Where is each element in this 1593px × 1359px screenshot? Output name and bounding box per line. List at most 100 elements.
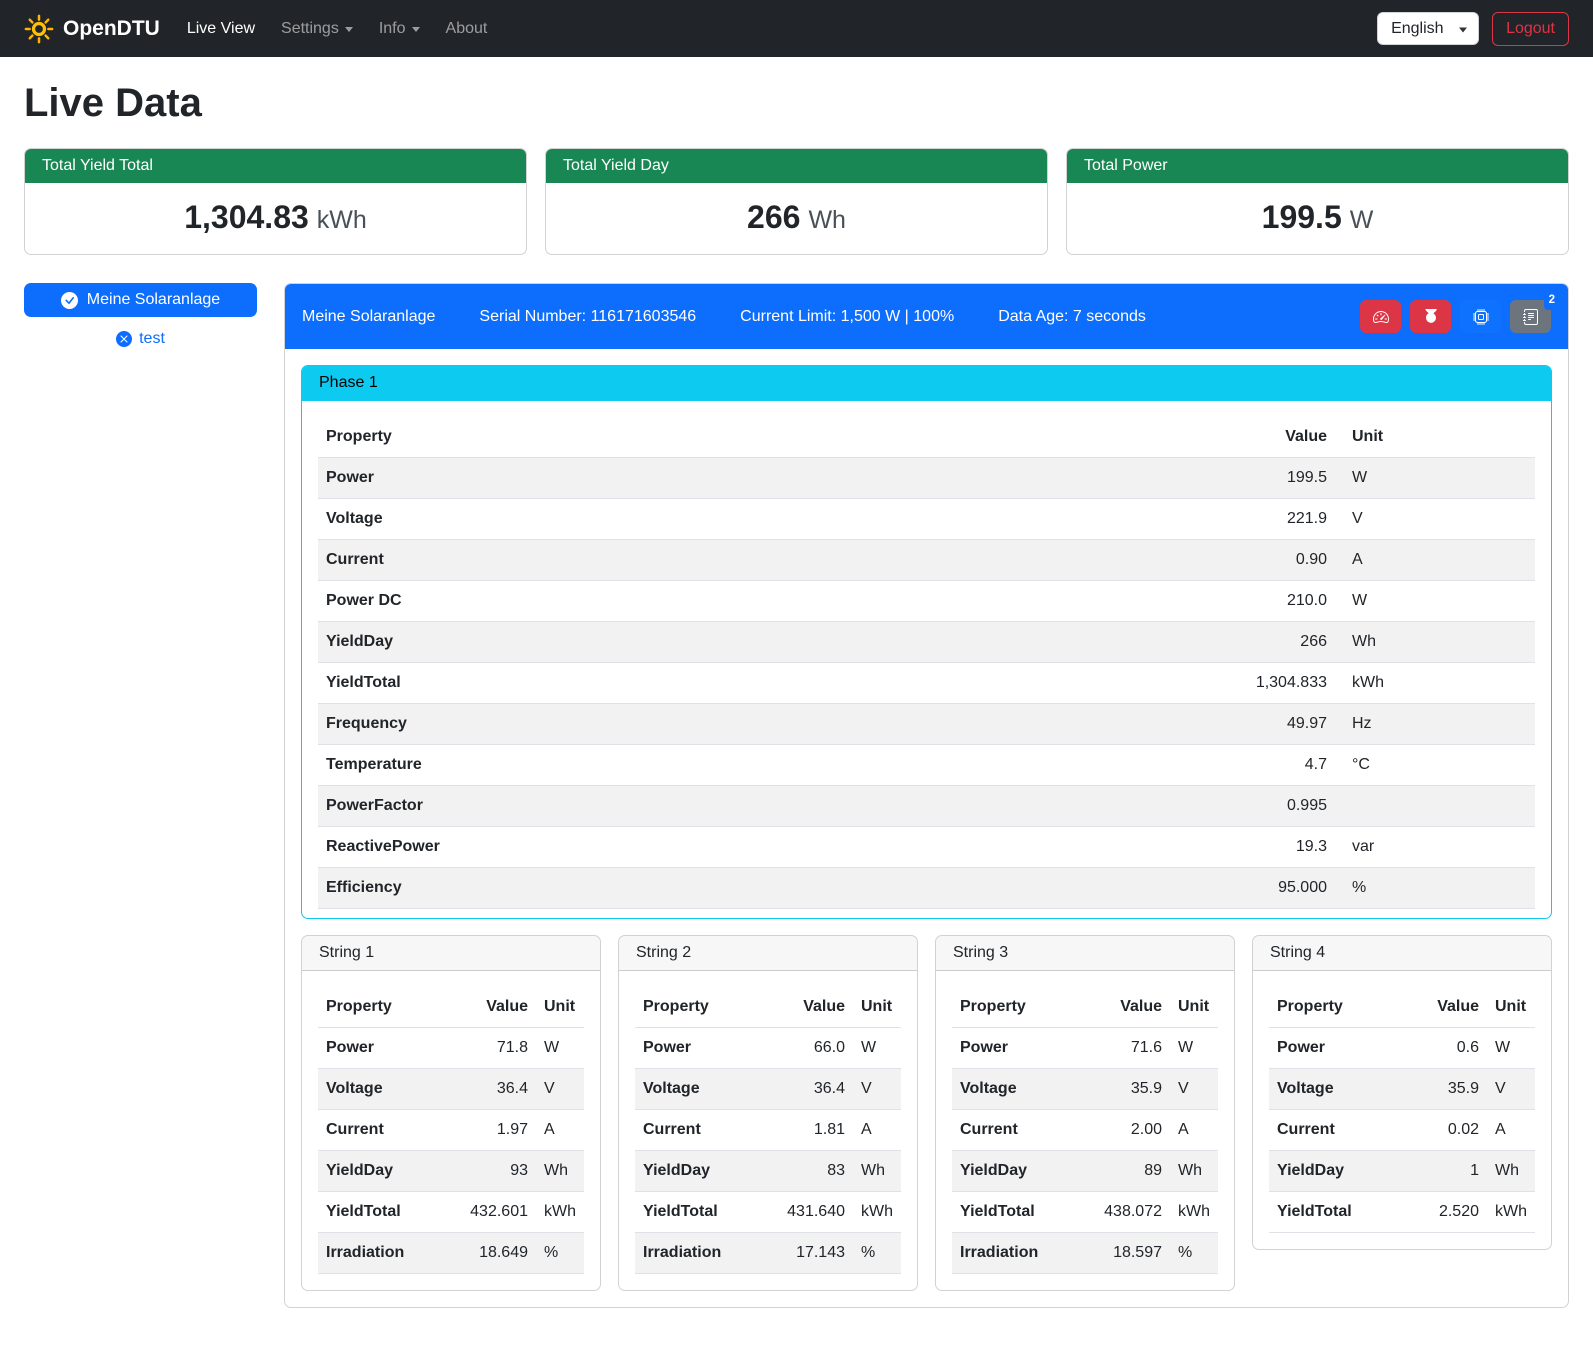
property-cell: YieldTotal [952,1192,1090,1233]
phase-table-body: Power199.5WVoltage221.9VCurrent0.90APowe… [318,458,1535,909]
inverter-data-age: Data Age: 7 seconds [998,308,1146,326]
string-table-body: Power66.0WVoltage36.4VCurrent1.81AYieldD… [635,1028,901,1274]
column-header-value: Value [1090,987,1170,1028]
power-button[interactable] [1410,300,1451,333]
property-cell: Efficiency [318,868,1215,909]
string-card: String 1 Property Value Unit Power71.8WV… [301,935,601,1291]
journal-list-icon [1523,309,1539,325]
unit-cell: kWh [853,1192,901,1233]
value-cell: 18.649 [456,1233,536,1274]
property-cell: Power [952,1028,1090,1069]
table-row: YieldDay89Wh [952,1151,1218,1192]
value-cell: 19.3 [1215,827,1335,868]
unit-cell: W [853,1028,901,1069]
property-cell: Power [1269,1028,1407,1069]
limit-settings-button[interactable] [1360,300,1401,333]
unit-cell: kWh [1335,663,1535,704]
unit-cell: W [1487,1028,1535,1069]
table-row: YieldTotal1,304.833kWh [318,663,1535,704]
brand[interactable]: OpenDTU [24,14,160,44]
summary-unit: Wh [808,206,846,234]
page-title: Live Data [24,81,1569,126]
content-row: Meine Solaranlage test Meine Solaranlage… [24,283,1569,1308]
table-row: Irradiation18.597% [952,1233,1218,1274]
value-cell: 2.520 [1407,1192,1487,1233]
string-table-body: Power0.6WVoltage35.9VCurrent0.02AYieldDa… [1269,1028,1535,1233]
property-cell: Current [1269,1110,1407,1151]
inverter-secondary-button[interactable]: test [110,329,171,349]
unit-cell: Wh [1335,622,1535,663]
summary-card-body: 1,304.83kWh [25,183,526,254]
summary-value: 1,304.83 [184,199,309,235]
value-cell: 1 [1407,1151,1487,1192]
value-cell: 66.0 [773,1028,853,1069]
nav-item-settings[interactable]: Settings [268,12,366,46]
nav-item-live-view[interactable]: Live View [174,12,268,46]
column-header-unit: Unit [1335,417,1535,458]
table-row: Voltage35.9V [1269,1069,1535,1110]
inverter-select-button[interactable]: Meine Solaranlage [24,283,257,317]
table-row: YieldDay266Wh [318,622,1535,663]
string-card-body: Property Value Unit Power71.6WVoltage35.… [936,971,1234,1290]
table-row: Voltage35.9V [952,1069,1218,1110]
value-cell: 432.601 [456,1192,536,1233]
events-count-badge: 2 [1544,292,1560,310]
property-cell: Voltage [1269,1069,1407,1110]
language-select[interactable]: English [1377,12,1479,45]
table-row: Power0.6W [1269,1028,1535,1069]
value-cell: 0.90 [1215,540,1335,581]
inverter-serial: Serial Number: 116171603546 [479,308,696,326]
property-cell: Current [635,1110,773,1151]
events-button[interactable]: 2 [1510,300,1551,333]
value-cell: 35.9 [1407,1069,1487,1110]
value-cell: 4.7 [1215,745,1335,786]
table-row: YieldDay1Wh [1269,1151,1535,1192]
value-cell: 71.8 [456,1028,536,1069]
table-row: YieldDay93Wh [318,1151,584,1192]
unit-cell: Hz [1335,704,1535,745]
summary-card-header: Total Power [1067,149,1568,183]
unit-cell: % [853,1233,901,1274]
device-info-button[interactable] [1460,300,1501,333]
column-header-property: Property [952,987,1090,1028]
value-cell: 2.00 [1090,1110,1170,1151]
unit-cell: Wh [536,1151,584,1192]
summary-row: Total Yield Total 1,304.83kWh Total Yiel… [24,148,1569,255]
value-cell: 95.000 [1215,868,1335,909]
value-cell: 36.4 [456,1069,536,1110]
table-row: Current1.97A [318,1110,584,1151]
property-cell: Voltage [318,1069,456,1110]
property-cell: Voltage [318,499,1215,540]
unit-cell: W [1335,581,1535,622]
property-cell: Power [318,1028,456,1069]
nav-item-info[interactable]: Info [366,12,433,46]
table-row: Current1.81A [635,1110,901,1151]
phase-card-title: Phase 1 [302,366,1551,401]
nav-item-about[interactable]: About [433,12,501,46]
value-cell: 17.143 [773,1233,853,1274]
gauge-icon [1373,309,1389,325]
column-header-unit: Unit [536,987,584,1028]
unit-cell: A [1335,540,1535,581]
string-card-title: String 1 [302,936,600,971]
logout-button[interactable]: Logout [1492,12,1569,46]
language-select-wrap: English [1377,12,1479,45]
inverter-header-buttons: 2 [1360,300,1551,333]
property-cell: Irradiation [952,1233,1090,1274]
summary-card-header: Total Yield Day [546,149,1047,183]
unit-cell: W [1170,1028,1218,1069]
unit-cell: kWh [1487,1192,1535,1233]
property-cell: ReactivePower [318,827,1215,868]
property-cell: Frequency [318,704,1215,745]
value-cell: 266 [1215,622,1335,663]
table-header-row: Property Value Unit [635,987,901,1028]
table-row: Power71.6W [952,1028,1218,1069]
value-cell: 83 [773,1151,853,1192]
table-row: Power66.0W [635,1028,901,1069]
unit-cell: kWh [1170,1192,1218,1233]
table-row: Current0.02A [1269,1110,1535,1151]
unit-cell: % [536,1233,584,1274]
table-row: Voltage36.4V [635,1069,901,1110]
main-column: Meine Solaranlage Serial Number: 1161716… [284,283,1569,1308]
table-header-row: Property Value Unit [318,417,1535,458]
